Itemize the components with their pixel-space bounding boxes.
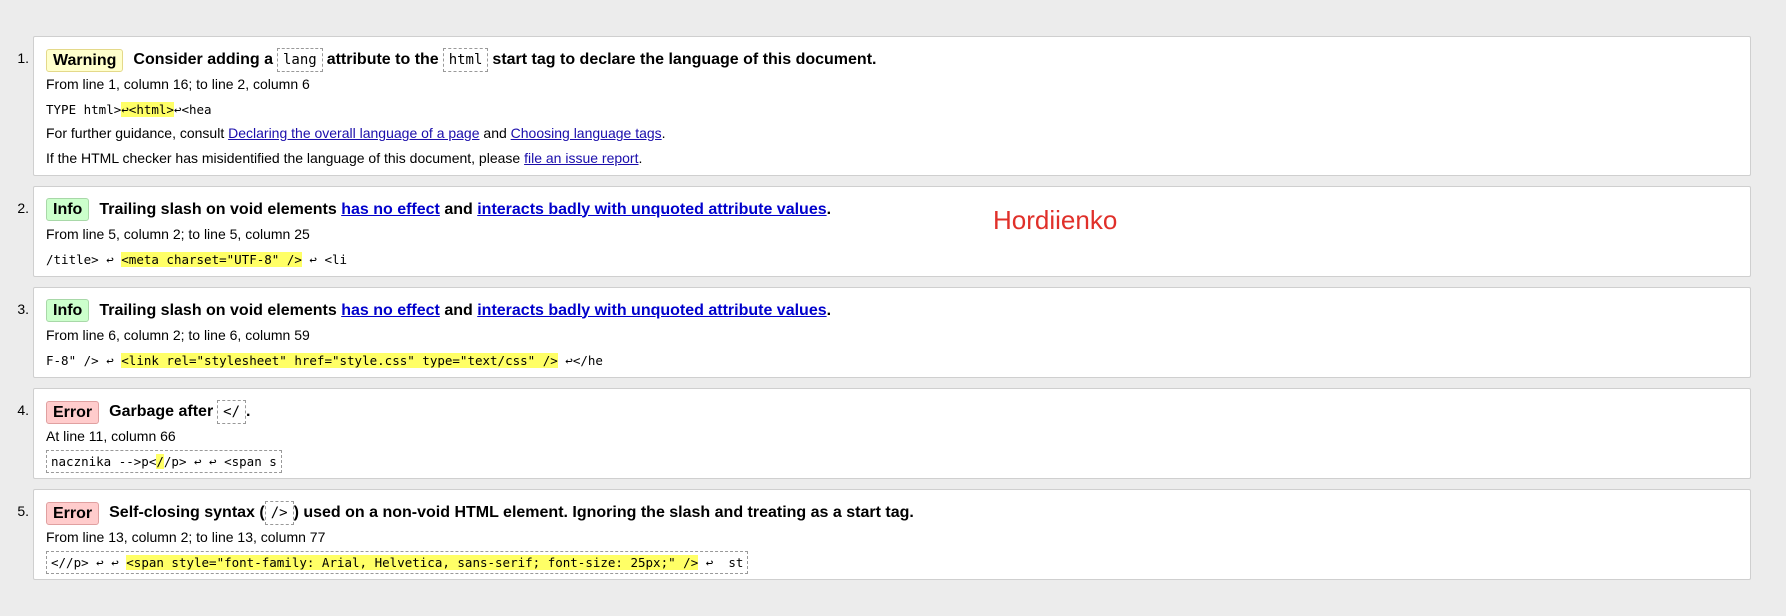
error-badge: Error xyxy=(46,400,100,424)
headline-text: Consider adding a xyxy=(133,51,273,68)
info-badge: Info xyxy=(46,299,90,322)
headline-text: Garbage after xyxy=(109,403,214,420)
link-file-issue-report[interactable]: file an issue report xyxy=(524,150,638,166)
headline-text: and xyxy=(444,301,473,319)
message-card: Error Garbage after </. At line 11, colu… xyxy=(33,388,1751,479)
misidentified-text: If the HTML checker has misidentified th… xyxy=(46,150,521,166)
message-item: 3. Info Trailing slash on void elements … xyxy=(0,287,1786,378)
headline-text: and xyxy=(444,200,473,218)
extract-text: ↩ <li xyxy=(301,252,348,267)
headline-text: . xyxy=(826,200,832,218)
code-extract: nacznika -->p<//p> ↩ ↩ <span s xyxy=(46,450,282,473)
headline-text: . xyxy=(826,301,832,319)
extract-highlight: <meta charset="UTF-8" /> xyxy=(121,252,302,267)
extract-text: ↩ st xyxy=(698,555,744,570)
message-item: 4. Error Garbage after </. At line 11, c… xyxy=(0,388,1786,479)
link-has-no-effect[interactable]: has no effect xyxy=(341,302,440,320)
misidentified-text: . xyxy=(638,150,643,166)
headline-text: ) used on a non-void HTML element. Ignor… xyxy=(293,504,914,521)
message-item: 1. Warning Consider adding a lang attrib… xyxy=(0,36,1786,176)
guidance-paragraph: For further guidance, consult Declaring … xyxy=(46,125,666,141)
warning-badge: Warning xyxy=(46,48,124,72)
message-item: 5. Error Self-closing syntax (/>) used o… xyxy=(0,489,1786,580)
location-text: From line 6, column 2; to line 6, column… xyxy=(46,327,310,343)
message-headline: Info Trailing slash on void elements has… xyxy=(46,299,831,322)
extract-text: /p> ↩ ↩ <span s xyxy=(163,454,277,469)
code-chip: lang xyxy=(276,48,323,72)
location-text: From line 1, column 16; to line 2, colum… xyxy=(46,76,310,92)
message-number: 1. xyxy=(17,50,29,66)
extract-highlight: ↩<html> xyxy=(121,102,174,117)
guidance-text: and xyxy=(483,125,507,141)
guidance-text: For further guidance, consult xyxy=(46,125,225,141)
error-badge: Error xyxy=(46,501,100,525)
message-number: 4. xyxy=(17,402,29,418)
code-chip: /> xyxy=(264,501,294,525)
message-headline: Info Trailing slash on void elements has… xyxy=(46,198,831,221)
extract-text: TYPE html> xyxy=(46,102,122,117)
code-extract: TYPE html>↩<html>↩<hea xyxy=(42,99,216,120)
message-card: Warning Consider adding a lang attribute… xyxy=(33,36,1751,176)
link-declaring-language[interactable]: Declaring the overall language of a page xyxy=(228,125,479,141)
message-number: 2. xyxy=(17,200,29,216)
headline-text: . xyxy=(246,403,251,420)
extract-text: nacznika -->p< xyxy=(51,454,157,469)
message-item: 2. Info Trailing slash on void elements … xyxy=(0,186,1786,277)
extract-text: /title> ↩ xyxy=(46,252,122,267)
message-headline: Warning Consider adding a lang attribute… xyxy=(46,48,876,72)
info-badge: Info xyxy=(46,198,90,221)
message-list: 1. Warning Consider adding a lang attrib… xyxy=(0,36,1786,590)
message-card: Error Self-closing syntax (/>) used on a… xyxy=(33,489,1751,580)
misidentified-paragraph: If the HTML checker has misidentified th… xyxy=(46,150,642,166)
location-text: At line 11, column 66 xyxy=(46,428,176,444)
headline-text: start tag to declare the language of thi… xyxy=(492,51,877,68)
extract-text: F-8" /> ↩ xyxy=(46,353,122,368)
message-headline: Error Garbage after </. xyxy=(46,400,250,424)
extract-text: ↩</he xyxy=(557,353,603,368)
extract-highlight: / xyxy=(156,454,164,469)
headline-text: Self-closing syntax ( xyxy=(109,504,265,521)
extract-highlight: <span style="font-family: Arial, Helveti… xyxy=(126,555,699,570)
code-extract: <//p> ↩ ↩ <span style="font-family: Aria… xyxy=(46,551,749,574)
code-extract: F-8" /> ↩ <link rel="stylesheet" href="s… xyxy=(42,350,607,371)
link-interacts-badly[interactable]: interacts badly with unquoted attribute … xyxy=(477,302,826,320)
code-chip: </ xyxy=(217,400,247,424)
location-text: From line 5, column 2; to line 5, column… xyxy=(46,226,310,242)
code-chip: html xyxy=(442,48,489,72)
message-card: Info Trailing slash on void elements has… xyxy=(33,287,1751,378)
extract-highlight: <link rel="stylesheet" href="style.css" … xyxy=(121,353,558,368)
guidance-text: . xyxy=(661,125,666,141)
location-text: From line 13, column 2; to line 13, colu… xyxy=(46,529,326,545)
link-choosing-language-tags[interactable]: Choosing language tags xyxy=(511,125,662,141)
headline-text: Trailing slash on void elements xyxy=(99,200,337,218)
link-interacts-badly[interactable]: interacts badly with unquoted attribute … xyxy=(477,201,826,219)
message-number: 3. xyxy=(17,301,29,317)
message-number: 5. xyxy=(17,503,29,519)
headline-text: attribute to the xyxy=(326,51,439,68)
headline-text: Trailing slash on void elements xyxy=(99,301,337,319)
extract-text: <//p> ↩ ↩ xyxy=(51,555,127,570)
link-has-no-effect[interactable]: has no effect xyxy=(341,201,440,219)
code-extract: /title> ↩ <meta charset="UTF-8" /> ↩ <li xyxy=(42,249,351,270)
author-overlay-text: Hordiienko xyxy=(993,205,1118,235)
message-card: Info Trailing slash on void elements has… xyxy=(33,186,1751,277)
message-headline: Error Self-closing syntax (/>) used on a… xyxy=(46,501,914,525)
extract-text: ↩<hea xyxy=(173,102,212,117)
